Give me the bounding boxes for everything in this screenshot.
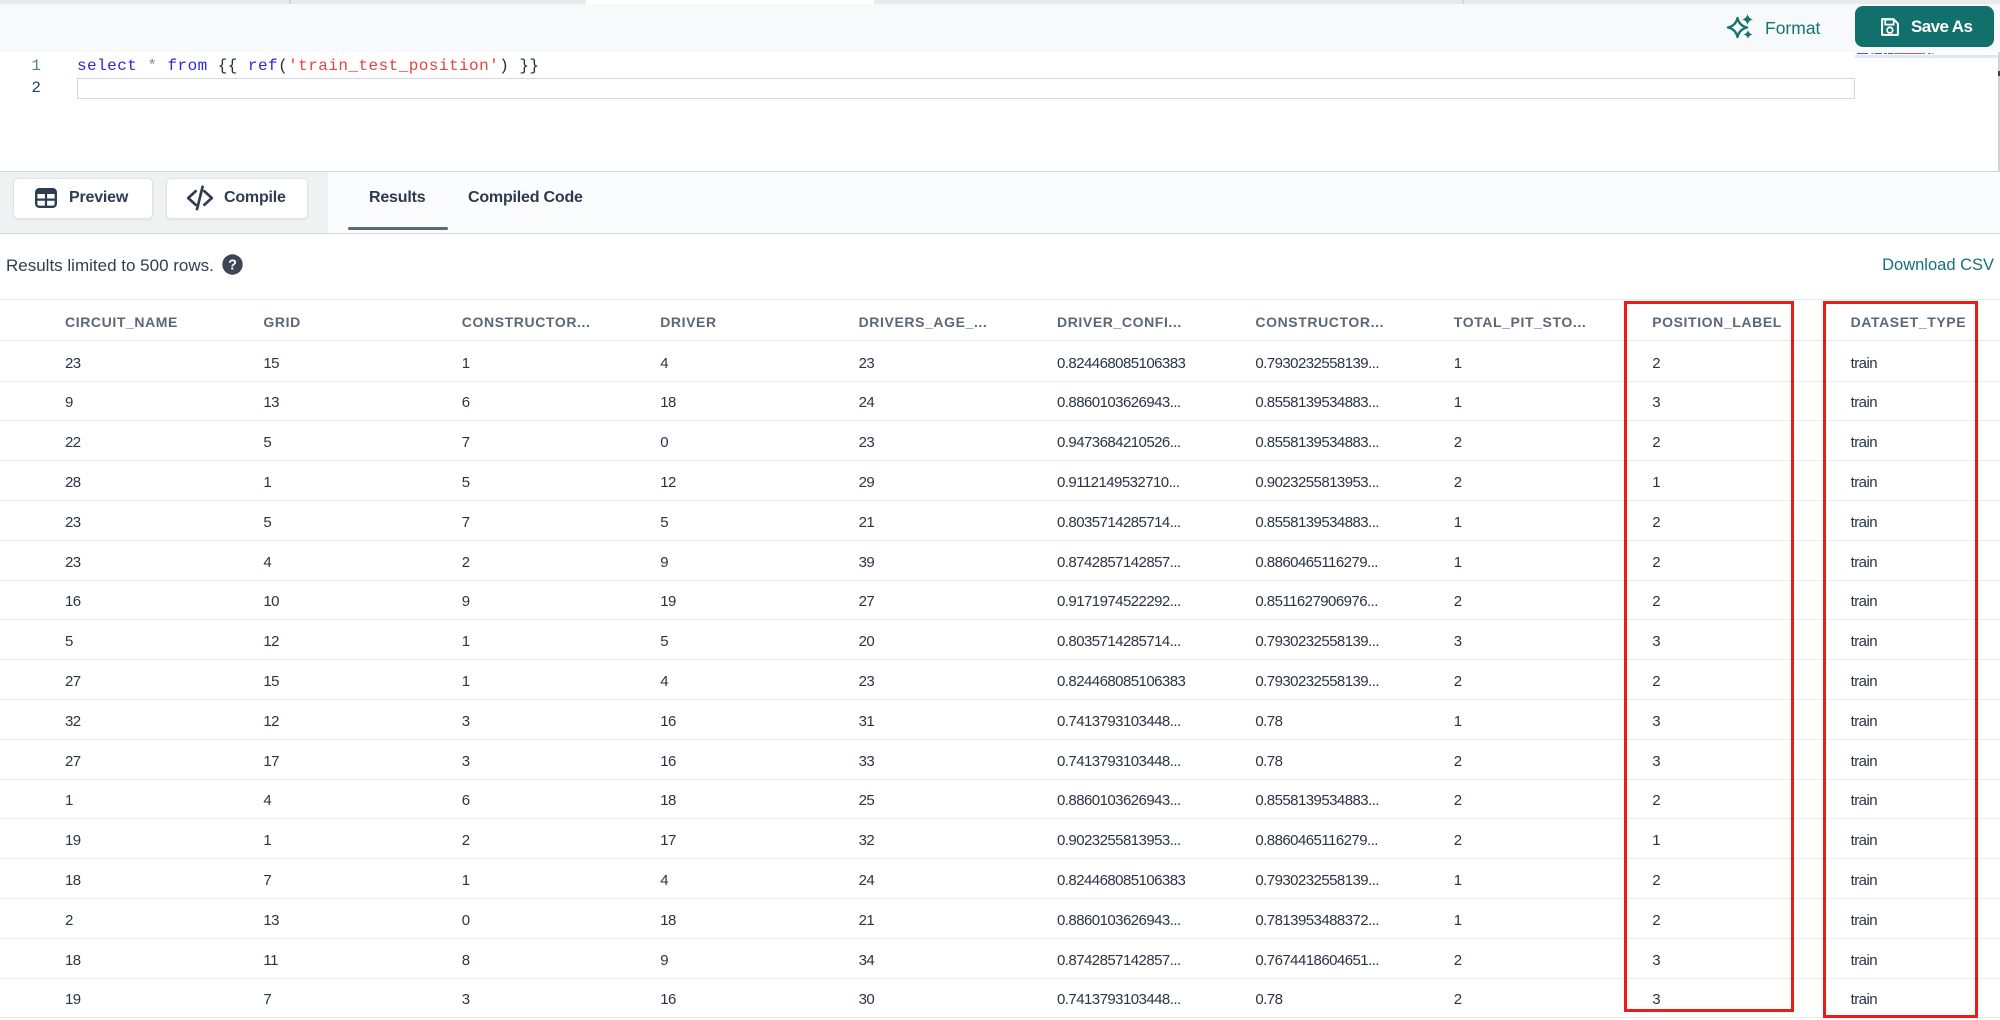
svg-text:?: ? — [228, 257, 237, 273]
